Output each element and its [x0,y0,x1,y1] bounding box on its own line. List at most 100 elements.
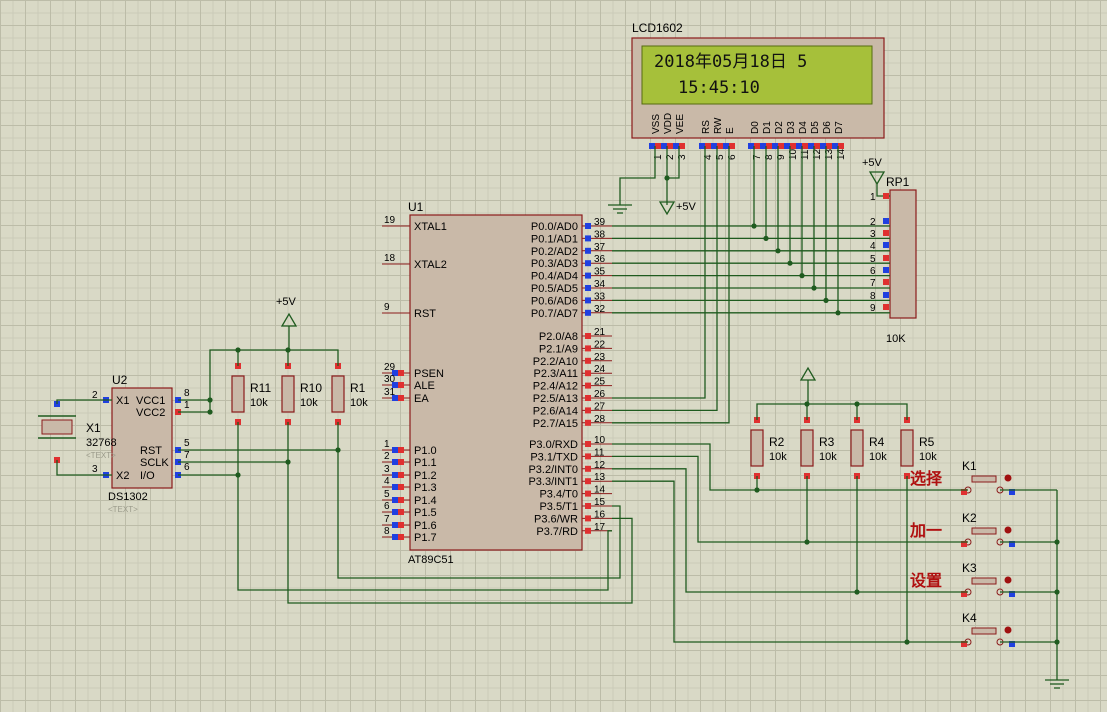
rp1-pin-marker [883,267,889,273]
resistor-r3[interactable] [800,429,814,467]
vcc-symbol [868,171,886,186]
key-chinese-label: 加一 [909,521,942,540]
lcd-pin-marker [661,143,667,149]
u2-pin-num: 5 [184,438,190,449]
lcd-pin-label: D5 [810,121,821,134]
u1-pin-marker [392,459,398,465]
lcd-pin-marker [832,143,838,149]
key-k3[interactable] [971,577,997,585]
lcd-pin-marker [790,143,796,149]
lcd-pin-marker [778,143,784,149]
lcd-pin-marker [784,143,790,149]
u1-left-pin-name: EA [414,393,429,405]
lcd-pin-label: D4 [798,121,809,134]
u1-left-pin-name: XTAL2 [414,259,447,271]
junction-dot [751,223,757,229]
u1-pin-marker [585,223,591,229]
u1-pin-marker [392,509,398,515]
u1-right-pin-num: 25 [594,377,606,388]
u1-pin-marker [585,297,591,304]
junction-dot [854,589,860,595]
u2-pin-num: 8 [184,388,190,399]
resistor-value: 10k [300,397,318,409]
u1-pin-marker [585,309,591,316]
resistor-ref: R11 [250,381,271,395]
u1-right-pin-num: 22 [594,339,606,350]
rp1-pin-marker [883,193,889,199]
junction-dot [754,487,760,493]
resistor-r11[interactable] [231,375,245,413]
u1-pin-marker [392,447,398,453]
lcd-pin-label: E [725,127,736,134]
u1-part: AT89C51 [408,554,454,566]
u1-right-pin-name: P0.2/AD2 [531,246,578,258]
u1-right-pin-num: 11 [594,447,605,458]
lcd-pin-marker [649,143,655,149]
lcd-pin-marker [826,143,832,149]
u1-right-pin-num: 15 [594,497,606,508]
key-k1[interactable] [971,475,997,483]
u2-pin-name: RST [140,445,162,457]
u1-right-pin-num: 12 [594,460,606,471]
resistor-ref: R1 [350,381,366,395]
u1-right-pin-num: 27 [594,401,606,412]
u1-left-pin-name: P1.1 [414,457,437,469]
resistor-r2[interactable] [750,429,764,467]
resistor-r4[interactable] [850,429,864,467]
lcd-pin-marker [808,143,814,149]
u1-pin-marker [585,515,591,522]
junction-dot [235,347,241,353]
u1-left-pin-num: 19 [384,215,396,226]
u1-right-pin-num: 16 [594,509,606,520]
u1-right-pin-name: P2.4/A12 [533,381,578,393]
crystal-x1[interactable] [41,419,73,435]
u1-right-pin-name: P3.6/WR [534,513,578,525]
u1-pin-marker [585,441,591,447]
u1-left-pin-num: 3 [384,464,390,475]
resistor-r1[interactable] [331,375,345,413]
u1-pin-marker [392,484,398,490]
u1-right-pin-num: 36 [594,254,606,265]
u1-right-pin-name: P3.3/INT1 [528,476,578,488]
rp1-pin-marker [883,218,889,224]
key-ref: K2 [962,511,977,525]
u1-right-pin-num: 14 [594,485,606,496]
u1-pin-marker [585,503,591,509]
u1-right-pin-num: 37 [594,242,606,253]
u1-right-pin-num: 28 [594,414,606,425]
junction-dot [804,539,810,545]
key-k2[interactable] [971,527,997,535]
u1-pin-marker [585,370,591,377]
key-k4[interactable] [971,627,997,635]
u1-pin-marker [585,247,591,254]
resistor-r10[interactable] [281,375,295,413]
lcd-rw-wire [612,146,718,412]
lcd-pin-label: RW [713,117,724,134]
junction-dot [799,273,805,279]
rp1-pin-marker [883,255,889,261]
junction-dot [804,401,810,407]
lcd-pin-marker [729,143,735,149]
schematic-svg: LCD1602 2018年05月18日 5 15:45:10 VSS 1 VDD 2 VEE 3… [38,21,1069,689]
u1-pin-marker [398,472,404,478]
k4-wire [612,480,968,643]
resistor-r5[interactable] [900,429,914,467]
u2-pin-name: VCC2 [136,407,165,419]
u1-pin-marker [398,447,404,453]
lcd-pin-marker [748,143,754,149]
u1-right-pin-name: P0.4/AD4 [531,271,578,283]
u1-left-pin-num: 2 [384,451,390,462]
resistor-value: 10k [869,451,887,463]
u1-pin-marker [585,272,591,279]
u1-pin-marker [585,407,591,414]
lcd-vss-wire [619,146,656,205]
u1-pin-marker [585,490,591,497]
u1-pin-marker [392,534,398,540]
u1-right-pin-name: P2.5/A13 [533,393,578,405]
key-ref: K1 [962,459,977,473]
u1-right-pin-num: 35 [594,267,606,278]
rp1-resistor-pack[interactable] [889,189,917,319]
lcd-pin-label: VEE [675,114,686,134]
lcd-pin-label: D2 [774,121,785,134]
u1-pin-marker [585,419,591,426]
